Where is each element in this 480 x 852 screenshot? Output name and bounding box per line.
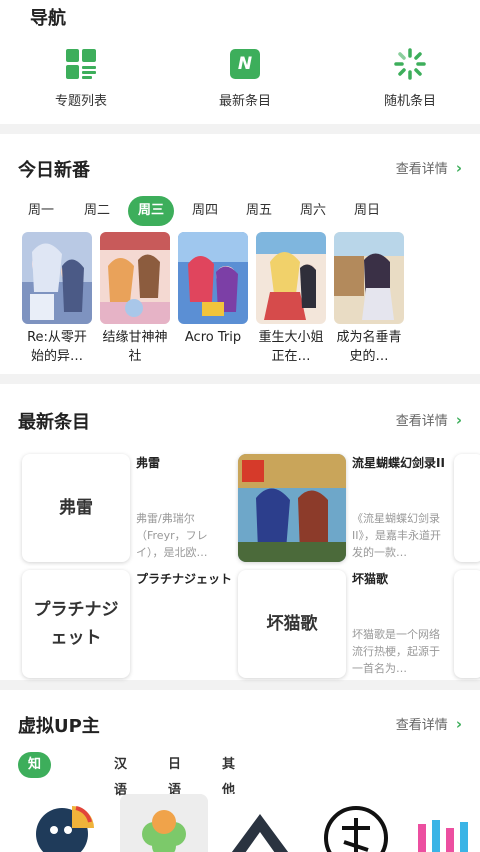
next-card-peek (454, 570, 480, 678)
section-title: 今日新番 (18, 160, 90, 181)
tab-chinese[interactable]: 汉语 (114, 752, 127, 798)
latest-header: 最新条目 查看详情 › (18, 408, 462, 434)
latest-item-card[interactable]: プラチナジェット プラチナジェット (22, 570, 232, 678)
chevron-right-icon: › (455, 714, 462, 733)
anime-cover (256, 232, 326, 324)
nav-item-latest[interactable]: N 最新条目 (190, 48, 300, 109)
new-badge-icon: N (229, 48, 261, 80)
chevron-right-icon: › (455, 410, 462, 429)
nav-item-label: 最新条目 (218, 94, 271, 109)
next-card-peek (454, 454, 480, 562)
today-section: 今日新番 查看详情 › 周一 周二 周三 周四 周五 周六 周日 Re:从零开始… (0, 134, 480, 374)
item-desc: 坏猫歌是一个网络流行热梗，起源于一首名为… (352, 628, 440, 675)
new-badge-letter: N (237, 54, 253, 74)
anime-name: Re:从零开始的异… (27, 330, 87, 364)
vup-group-logo[interactable] (24, 794, 112, 852)
anime-name: Acro Trip (184, 330, 242, 345)
latest-item-card[interactable]: 坏猫歌 坏猫歌 坏猫歌是一个网络流行热梗，起源于一首名为… (238, 570, 448, 678)
tab-japanese[interactable]: 日语 (168, 752, 181, 798)
vup-group-logo[interactable] (120, 794, 208, 852)
item-desc (136, 626, 234, 678)
tab-sat[interactable]: 周六 (290, 196, 336, 226)
today-header: 今日新番 查看详情 › (18, 156, 462, 182)
item-desc: 《流星蝴蝶幻剑录II》，是嘉丰永道开发的一款… (352, 512, 441, 559)
nav-section: 导航 专题列表 N 最新条目 随机条目 (0, 0, 480, 124)
view-more-link[interactable]: 查看详情 › (395, 158, 462, 178)
anime-card[interactable]: Acro Trip (178, 232, 248, 347)
latest-section: 最新条目 查看详情 › 弗雷 弗雷 弗雷/弗瑞尔（Freyr，フレイ），是北欧…… (0, 384, 480, 680)
item-thumb: プラチナジェット (22, 570, 130, 678)
nav-item-topics[interactable]: 专题列表 (26, 48, 136, 109)
tab-fri[interactable]: 周五 (236, 196, 282, 226)
item-thumb: 弗雷 (22, 454, 130, 562)
vup-group-logo[interactable] (408, 794, 480, 852)
tab-famous-groups[interactable]: 知名团体 (18, 752, 52, 850)
latest-item-card[interactable]: 流星蝴蝶幻剑录II 《流星蝴蝶幻剑录II》，是嘉丰永道开发的一款… (238, 454, 448, 562)
anime-cover (22, 232, 92, 324)
view-more-label: 查看详情 (395, 162, 448, 177)
tab-other-languages[interactable]: 其他语言 (222, 752, 235, 850)
anime-name: 结缘甘神神社 (102, 330, 168, 364)
item-desc: 弗雷/弗瑞尔（Freyr，フレイ），是北欧… (136, 512, 208, 559)
item-title: 流星蝴蝶幻剑录II (352, 456, 445, 470)
nav-item-label: 随机条目 (383, 94, 436, 109)
vup-group-logo[interactable] (312, 794, 400, 852)
tab-sun[interactable]: 周日 (344, 196, 390, 226)
item-title: 弗雷 (136, 456, 161, 470)
weekday-tabs: 周一 周二 周三 周四 周五 周六 周日 (18, 196, 462, 226)
chevron-right-icon: › (455, 158, 462, 177)
view-more-link[interactable]: 查看详情 › (395, 410, 462, 430)
anime-cover (178, 232, 248, 324)
section-title: 最新条目 (18, 412, 90, 433)
section-title: 虚拟UP主 (18, 716, 100, 737)
view-more-label: 查看详情 (395, 414, 448, 429)
grid-list-icon (65, 48, 97, 80)
nav-item-label: 专题列表 (54, 94, 107, 109)
vup-header: 虚拟UP主 查看详情 › (18, 712, 462, 738)
item-thumb: 坏猫歌 (238, 570, 346, 678)
item-title: 坏猫歌 (352, 572, 389, 586)
tab-thu[interactable]: 周四 (182, 196, 228, 226)
anime-card[interactable]: 结缘甘神神社 (100, 232, 170, 366)
tab-tue[interactable]: 周二 (74, 196, 120, 226)
nav-title: 导航 (30, 8, 66, 29)
nav-item-random[interactable]: 随机条目 (355, 48, 465, 109)
anime-card[interactable]: 重生大小姐正在… (256, 232, 326, 366)
vup-section: 虚拟UP主 查看详情 › 知名团体 汉语 日语 其他语言 (0, 690, 480, 852)
view-more-link[interactable]: 查看详情 › (395, 714, 462, 734)
latest-item-card[interactable]: 弗雷 弗雷 弗雷/弗瑞尔（Freyr，フレイ），是北欧… (22, 454, 232, 562)
vup-group-logo[interactable] (216, 794, 304, 852)
anime-card[interactable]: 成为名垂青史的… (334, 232, 404, 366)
tab-mon[interactable]: 周一 (18, 196, 64, 226)
item-thumb-image (238, 454, 346, 562)
anime-cover (100, 232, 170, 324)
anime-cover (334, 232, 404, 324)
anime-name: 重生大小姐正在… (258, 330, 324, 364)
anime-card[interactable]: Re:从零开始的异… (22, 232, 92, 366)
tab-wed[interactable]: 周三 (128, 196, 174, 226)
item-title: プラチナジェット (136, 572, 233, 586)
random-spinner-icon (394, 48, 426, 80)
view-more-label: 查看详情 (395, 718, 448, 733)
anime-name: 成为名垂青史的… (336, 330, 402, 364)
